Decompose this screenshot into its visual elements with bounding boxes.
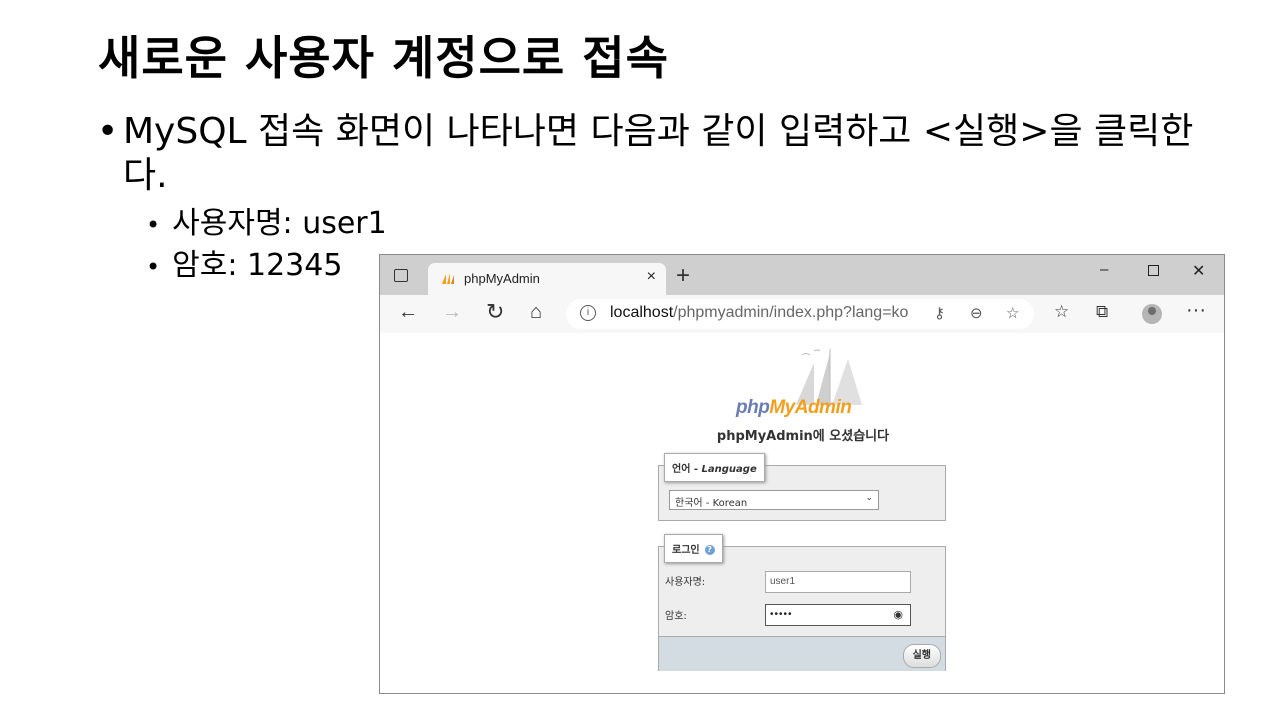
main-bullet-text: MySQL 접속 화면이 나타나면 다음과 같이 입력하고 <실행>을 클릭한다… — [123, 111, 1194, 196]
password-label: 암호: — [665, 611, 687, 622]
info-icon[interactable]: i — [580, 305, 596, 321]
bullet-dot: • — [146, 210, 161, 239]
tab-phpmyadmin[interactable]: phpMyAdmin × — [428, 263, 666, 295]
page-content: phpMyAdmin phpMyAdmin에 오셨습니다 언어 - Langua… — [380, 333, 1224, 693]
slide-title: 새로운 사용자 계정으로 접속 — [98, 31, 669, 85]
legend-label-en: Language — [701, 464, 757, 475]
submit-button[interactable]: 실행 — [902, 644, 941, 668]
login-fieldset: 로그인? 사용자명: user1 암호: ••••• ◉ 실행 — [658, 534, 946, 671]
username-input[interactable]: user1 — [765, 571, 911, 593]
tab-bar: phpMyAdmin × + – ✕ — [380, 255, 1224, 295]
profile-icon[interactable] — [1142, 304, 1162, 324]
tab-actions-icon[interactable] — [394, 269, 408, 282]
password-input[interactable]: ••••• ◉ — [765, 604, 911, 626]
password-value: ••••• — [770, 609, 793, 620]
language-select[interactable]: 한국어 - Korean ⌄ — [669, 490, 879, 510]
reload-icon[interactable]: ↻ — [486, 299, 504, 325]
more-icon[interactable]: ··· — [1186, 299, 1206, 322]
bullet-dot: • — [97, 111, 119, 152]
pma-logo-text: phpMyAdmin — [736, 397, 852, 419]
sub-bullet-password: • 암호: 12345 — [146, 240, 342, 284]
sub-bullet-text: 암호: 12345 — [172, 248, 343, 283]
main-bullet: • MySQL 접속 화면이 나타나면 다음과 같이 입력하고 <실행>을 클릭… — [97, 110, 1197, 198]
legend-label: 로그인 — [672, 545, 700, 556]
address-bar[interactable]: i localhost/phpmyadmin/index.php?lang=ko… — [566, 299, 1034, 329]
pma-favicon — [442, 273, 454, 284]
language-fieldset: 언어 - Language 한국어 - Korean ⌄ — [658, 453, 946, 521]
tab-title: phpMyAdmin — [464, 271, 540, 286]
eye-icon[interactable]: ◉ — [893, 608, 904, 621]
address-url[interactable]: localhost/phpmyadmin/index.php?lang=ko — [610, 304, 908, 322]
minimize-icon[interactable]: – — [1100, 261, 1108, 278]
logo-php: php — [736, 397, 770, 418]
language-selected: 한국어 - Korean — [675, 498, 748, 509]
close-tab-icon[interactable]: × — [647, 268, 656, 286]
sub-bullet-username: • 사용자명: user1 — [146, 198, 387, 242]
browser-window: phpMyAdmin × + – ✕ ← → ↻ ⌂ i localhost/p… — [379, 254, 1225, 694]
chevron-down-icon: ⌄ — [865, 493, 873, 503]
back-arrow-icon[interactable]: ← — [398, 301, 418, 324]
bullet-dot: • — [146, 252, 161, 281]
new-tab-button[interactable]: + — [676, 263, 690, 289]
sub-bullet-text: 사용자명: user1 — [172, 206, 387, 241]
welcome-heading: phpMyAdmin에 오셨습니다 — [716, 429, 890, 444]
legend-label: 언어 - — [672, 464, 702, 475]
zoom-out-icon[interactable]: ⊖ — [970, 304, 983, 322]
url-host: localhost — [610, 304, 674, 321]
login-footer: 실행 — [659, 636, 945, 671]
login-legend: 로그인? — [664, 534, 723, 563]
add-favorite-icon[interactable]: ☆ — [1006, 304, 1019, 322]
help-icon[interactable]: ? — [704, 545, 715, 555]
favorites-icon[interactable]: ☆ — [1054, 302, 1069, 322]
collections-icon[interactable]: ⧉ — [1096, 302, 1108, 322]
url-path: /phpmyadmin/index.php?lang=ko — [673, 304, 909, 321]
home-icon[interactable]: ⌂ — [530, 301, 542, 324]
username-label: 사용자명: — [665, 577, 706, 588]
browser-toolbar: ← → ↻ ⌂ i localhost/phpmyadmin/index.php… — [380, 295, 1224, 334]
close-window-icon[interactable]: ✕ — [1192, 261, 1205, 281]
forward-arrow-icon[interactable]: → — [442, 301, 462, 324]
maximize-icon[interactable] — [1148, 265, 1159, 276]
logo-myadmin: MyAdmin — [769, 397, 852, 418]
key-icon[interactable]: ⚷ — [934, 304, 945, 322]
language-legend: 언어 - Language — [664, 453, 765, 482]
